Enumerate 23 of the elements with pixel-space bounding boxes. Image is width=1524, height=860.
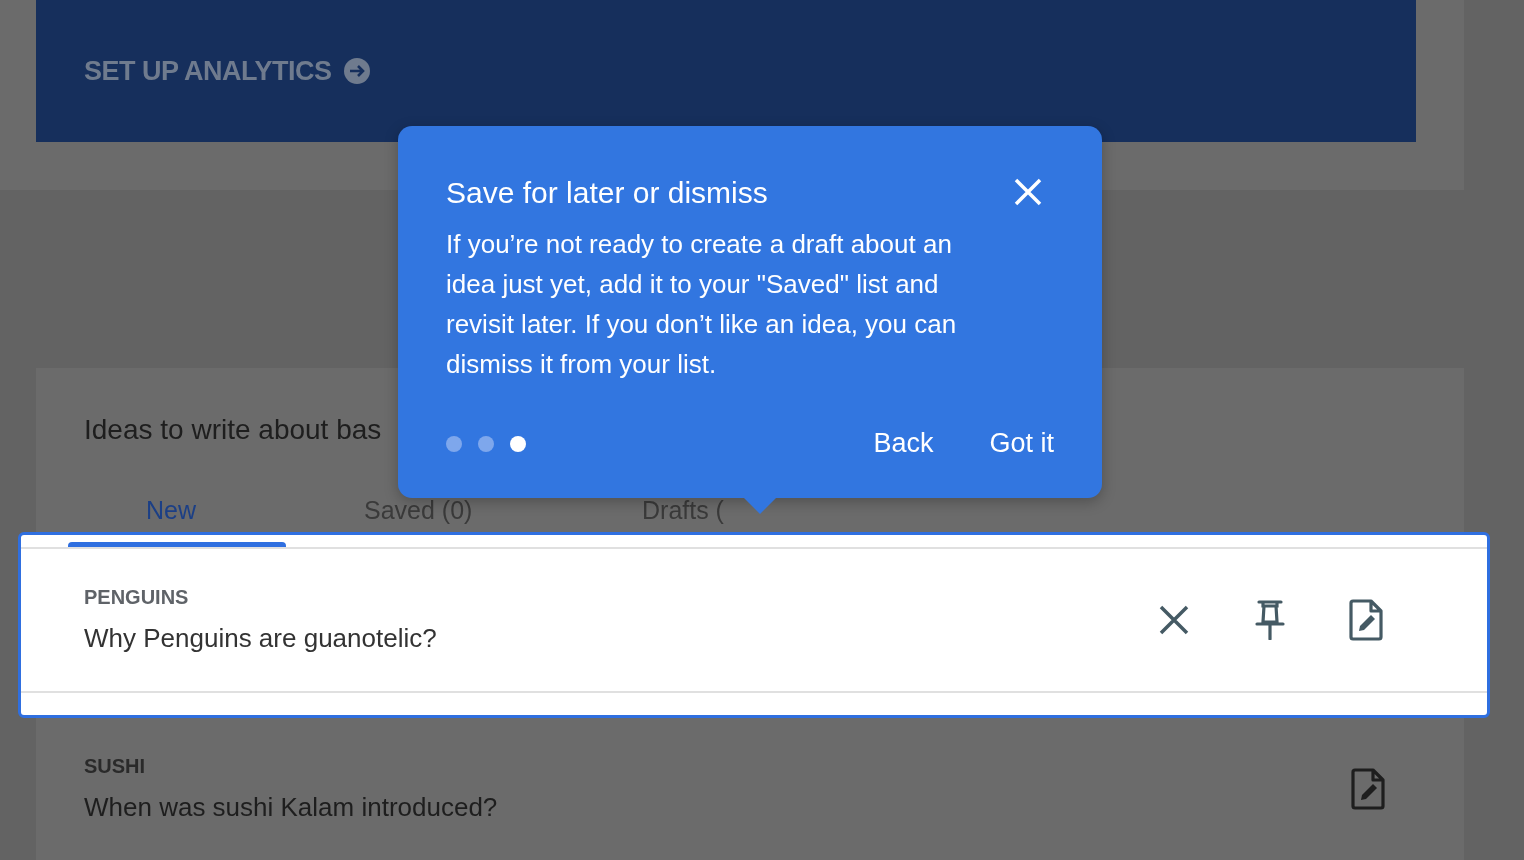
close-icon xyxy=(1159,605,1189,635)
arrow-circle-icon xyxy=(343,58,370,84)
close-icon xyxy=(1014,177,1042,206)
draft-button[interactable] xyxy=(1348,767,1388,811)
step-dot[interactable] xyxy=(478,435,494,452)
tab[interactable]: New xyxy=(68,492,286,528)
tooltip-text: If you’re not ready to create a draft about an idea just yet, add it to your "Saved" list and revisit later. If you don’t like an idea, you can dismiss it from your list. xyxy=(446,228,958,381)
step-dot[interactable] xyxy=(510,435,526,452)
ideas-heading: Ideas to write about bas xyxy=(84,414,382,446)
file-edit-icon xyxy=(1351,768,1385,810)
tooltip-button[interactable]: Back xyxy=(873,424,934,463)
idea-row[interactable]: SUSHI When was sushi Kalam introduced? xyxy=(36,718,1464,860)
tooltip-button[interactable]: Got it xyxy=(989,424,1054,463)
file-edit-icon xyxy=(1349,599,1383,641)
idea-category: PENGUINS xyxy=(84,586,190,609)
pin-icon xyxy=(1255,600,1285,640)
step-dot[interactable] xyxy=(446,435,462,452)
tooltip-title: Save for later or dismiss xyxy=(446,176,768,210)
idea-question: When was sushi Kalam introduced? xyxy=(84,792,499,823)
idea-question: Why Penguins are guanotelic? xyxy=(84,623,438,654)
idea-category: SUSHI xyxy=(84,755,147,778)
draft-button[interactable] xyxy=(1346,598,1386,642)
set-up-analytics-link[interactable]: SET UP ANALYTICS xyxy=(84,55,370,87)
